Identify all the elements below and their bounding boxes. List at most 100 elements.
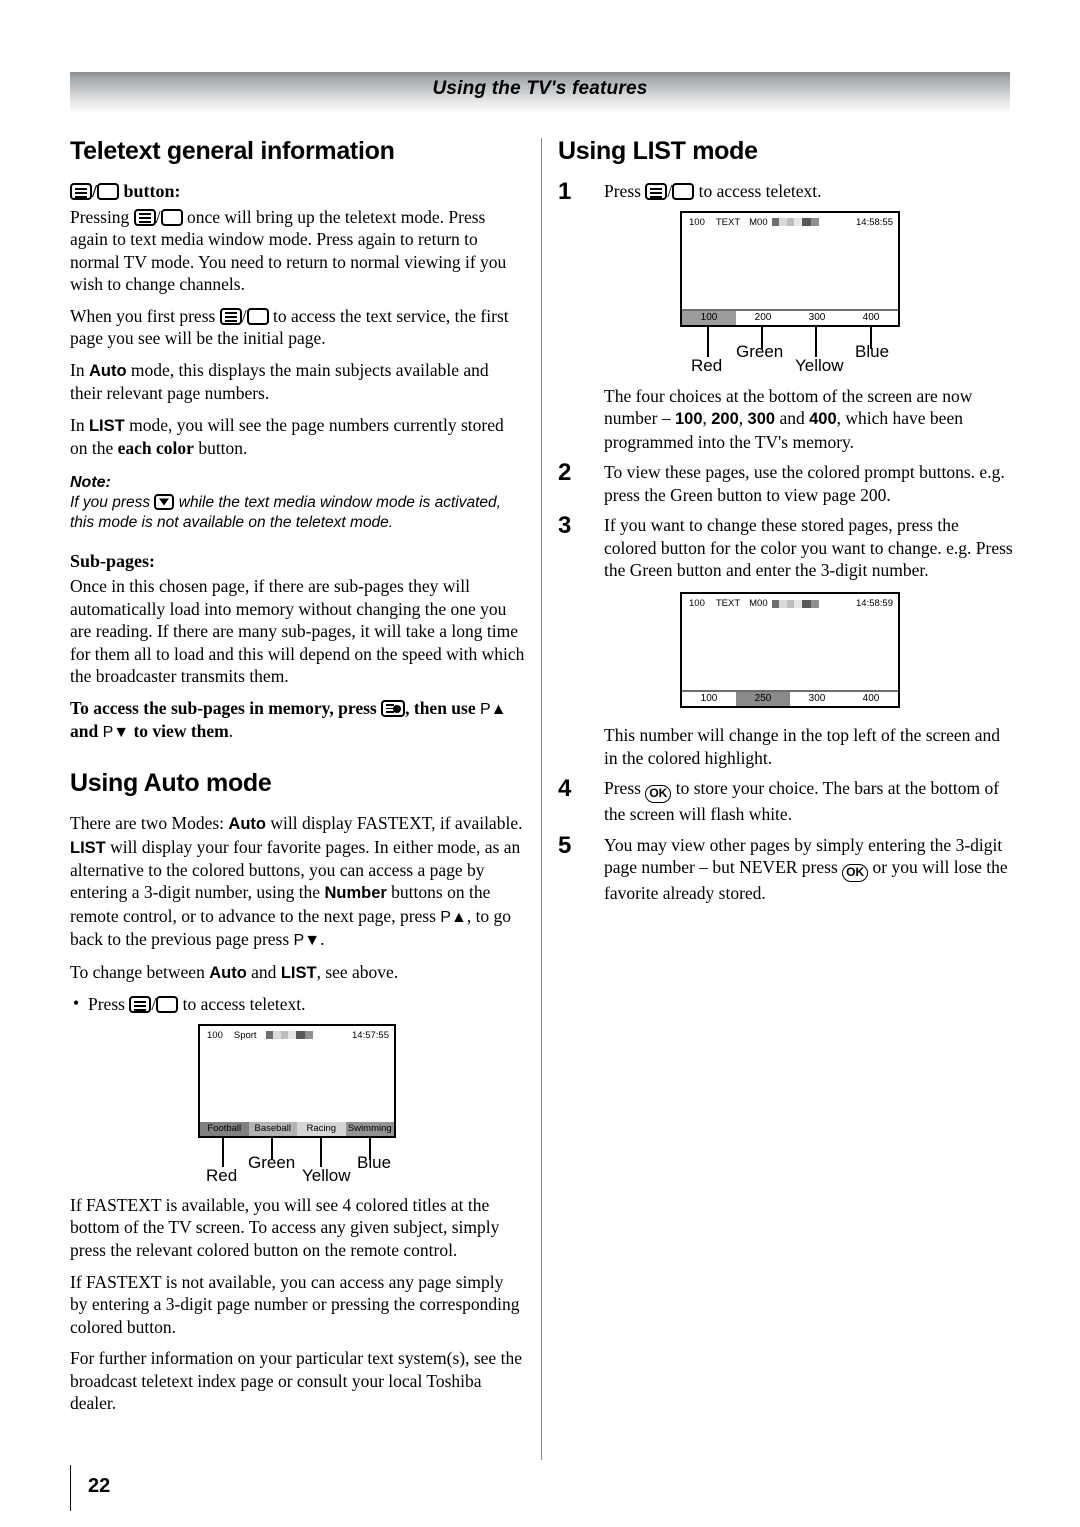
p3-bold-auto: Auto bbox=[88, 362, 127, 381]
tv-diagram-fastext-wrapper: 100 Sport 14:57:55 Football Baseball Racin… bbox=[70, 1023, 525, 1194]
note-block: Note: If you press while the text media … bbox=[70, 474, 525, 534]
step-1-text: Press / to access teletext. bbox=[604, 181, 822, 202]
p2-text-a: When you first press bbox=[70, 305, 220, 326]
status-block bbox=[801, 599, 811, 608]
step-2-text: To view these pages, use the colored pro… bbox=[604, 462, 1005, 505]
step-number: 4 bbox=[558, 775, 572, 803]
blank-key-icon bbox=[156, 996, 179, 1014]
blank-key-icon bbox=[246, 307, 269, 325]
step-4: 4 Press OK to store your choice. The bar… bbox=[558, 775, 1013, 826]
section-title-using-auto-mode: Using Auto mode bbox=[70, 769, 272, 798]
paragraph-list-mode: In LIST mode, you will see the page numb… bbox=[70, 414, 525, 460]
paragraph-two-modes: There are two Modes: Auto will display F… bbox=[70, 812, 525, 952]
tv-screen-list-2: 100 TEXT M00 14:58:59 100 250 300 400 bbox=[680, 592, 900, 709]
p-down-key: P▼ bbox=[293, 932, 321, 950]
auto-p1-f: . bbox=[320, 929, 325, 950]
page-header-band: Using the TV's features bbox=[70, 72, 1010, 114]
list-bar-cell[interactable]: 250 bbox=[736, 692, 790, 707]
color-label-green: Green bbox=[248, 1152, 296, 1172]
ok-button-icon: OK bbox=[645, 785, 672, 804]
teletext-menu-icon bbox=[645, 183, 668, 201]
paragraph-number-change: This number will change in the top left … bbox=[558, 724, 1013, 769]
leader-lines bbox=[707, 326, 872, 357]
section-title-teletext-general: Teletext general information bbox=[70, 137, 395, 165]
auto-p1-b: will display FASTEXT, if available. bbox=[266, 813, 523, 834]
footer-rule bbox=[70, 1465, 71, 1511]
bullet-text-b: to access teletext. bbox=[178, 994, 306, 1015]
list-bar-cell[interactable]: 400 bbox=[844, 692, 898, 706]
page-200-bold: 200 bbox=[711, 410, 739, 429]
page-number: 22 bbox=[88, 1475, 111, 1497]
auto-bold-auto: Auto bbox=[228, 815, 266, 834]
subpage-icon bbox=[381, 699, 406, 717]
subpages-bold-b: , then use bbox=[405, 697, 480, 718]
color-label-green: Green bbox=[736, 341, 784, 361]
bullet-press-teletext: • Press / to access teletext. bbox=[73, 993, 306, 1015]
auto-bold-number: Number bbox=[324, 884, 387, 903]
note-title: Note: bbox=[70, 473, 111, 491]
tv-list-bar: 100 250 300 400 bbox=[682, 690, 898, 707]
sep-2: , bbox=[738, 408, 748, 429]
auto-p2-bold-auto: Auto bbox=[209, 963, 247, 982]
p4-bold-each-color: each color bbox=[117, 438, 194, 459]
page-header-title: Using the TV's features bbox=[432, 78, 648, 99]
blank-key-icon bbox=[97, 183, 120, 201]
p3-text-b: mode, this displays the main subjects av… bbox=[70, 360, 489, 404]
paragraph-change-between: To change between Auto and LIST, see abo… bbox=[70, 961, 525, 984]
tv-mode-label: M00 bbox=[749, 598, 768, 610]
paragraph-four-choices: The four choices at the bottom of the sc… bbox=[558, 385, 1013, 453]
teletext-menu-icon bbox=[133, 208, 156, 226]
paragraph-access-subpages: To access the sub-pages in memory, press… bbox=[70, 697, 525, 744]
auto-bold-list: LIST bbox=[70, 838, 106, 857]
teletext-menu-icon bbox=[129, 996, 152, 1014]
subpages-bold-e: . bbox=[228, 721, 234, 742]
blank-key-icon bbox=[160, 208, 183, 226]
step-number: 1 bbox=[558, 178, 572, 206]
paragraph-fastext-available: If FASTEXT is available, you will see 4 … bbox=[70, 1194, 500, 1260]
tv-diagram-list-wrapper-1: 100 TEXT M00 14:58:55 100 200 300 400 Red G… bbox=[558, 210, 1013, 383]
step-4-text: Press OK to store your choice. The bars … bbox=[604, 777, 1013, 826]
blank-key-icon bbox=[672, 183, 695, 201]
button-heading: / button: bbox=[70, 180, 525, 203]
color-label-blue: Blue bbox=[357, 1152, 392, 1172]
status-block bbox=[793, 599, 802, 608]
step-2: 2 To view these pages, use the colored p… bbox=[558, 459, 1013, 506]
step-number: 3 bbox=[558, 512, 572, 540]
subpages-heading: Sub-pages: bbox=[70, 550, 156, 571]
teletext-menu-icon bbox=[219, 307, 242, 325]
list-bar-cell[interactable]: 300 bbox=[790, 692, 844, 706]
step-5: 5 You may view other pages by simply ent… bbox=[558, 832, 1013, 905]
tv-page-number: 100 bbox=[689, 598, 705, 610]
step-1-text-b: to access teletext. bbox=[694, 181, 822, 202]
color-label-yellow: Yellow bbox=[302, 1165, 351, 1185]
color-label-yellow: Yellow bbox=[795, 355, 844, 375]
step-number: 2 bbox=[558, 459, 572, 487]
p3-text-a: In bbox=[70, 360, 89, 381]
page-300-bold: 300 bbox=[747, 410, 776, 429]
p-down-key: P▼ bbox=[102, 724, 130, 742]
ok-button-icon: OK bbox=[842, 864, 869, 883]
tv-diagram-list-wrapper-2: 100 TEXT M00 14:58:59 100 250 300 400 bbox=[558, 592, 1013, 720]
status-block bbox=[771, 599, 779, 608]
tv-clock: 14:58:59 bbox=[856, 598, 893, 610]
left-column: Teletext general information / button: P… bbox=[70, 138, 525, 1415]
subpages-bold-c: and bbox=[70, 721, 103, 742]
list-bar-cell[interactable]: 100 bbox=[682, 692, 736, 706]
down-arrow-key-icon bbox=[154, 493, 175, 510]
status-block bbox=[810, 599, 819, 608]
paragraph-further-information: For further information on your particul… bbox=[70, 1348, 522, 1414]
auto-p2-c: , see above. bbox=[316, 961, 399, 982]
note-text-a: If you press bbox=[70, 493, 155, 511]
p1-text-a: Pressing bbox=[70, 206, 134, 227]
page-400-bold: 400 bbox=[809, 410, 837, 429]
p4-text-c: button. bbox=[193, 438, 248, 459]
tv-status-blocks bbox=[771, 599, 819, 608]
number-change-text: This number will change in the top left … bbox=[604, 725, 1001, 768]
color-label-red: Red bbox=[691, 355, 723, 375]
right-column: Using LIST mode 1 Press / to access tele… bbox=[558, 138, 1013, 913]
step-1-text-a: Press bbox=[604, 181, 646, 202]
paragraph-pressing: Pressing / once will bring up the telete… bbox=[70, 206, 507, 295]
leader-lines bbox=[222, 1137, 371, 1167]
auto-p1-a: There are two Modes: bbox=[70, 813, 229, 834]
step-1: 1 Press / to access teletext. bbox=[558, 178, 1013, 206]
